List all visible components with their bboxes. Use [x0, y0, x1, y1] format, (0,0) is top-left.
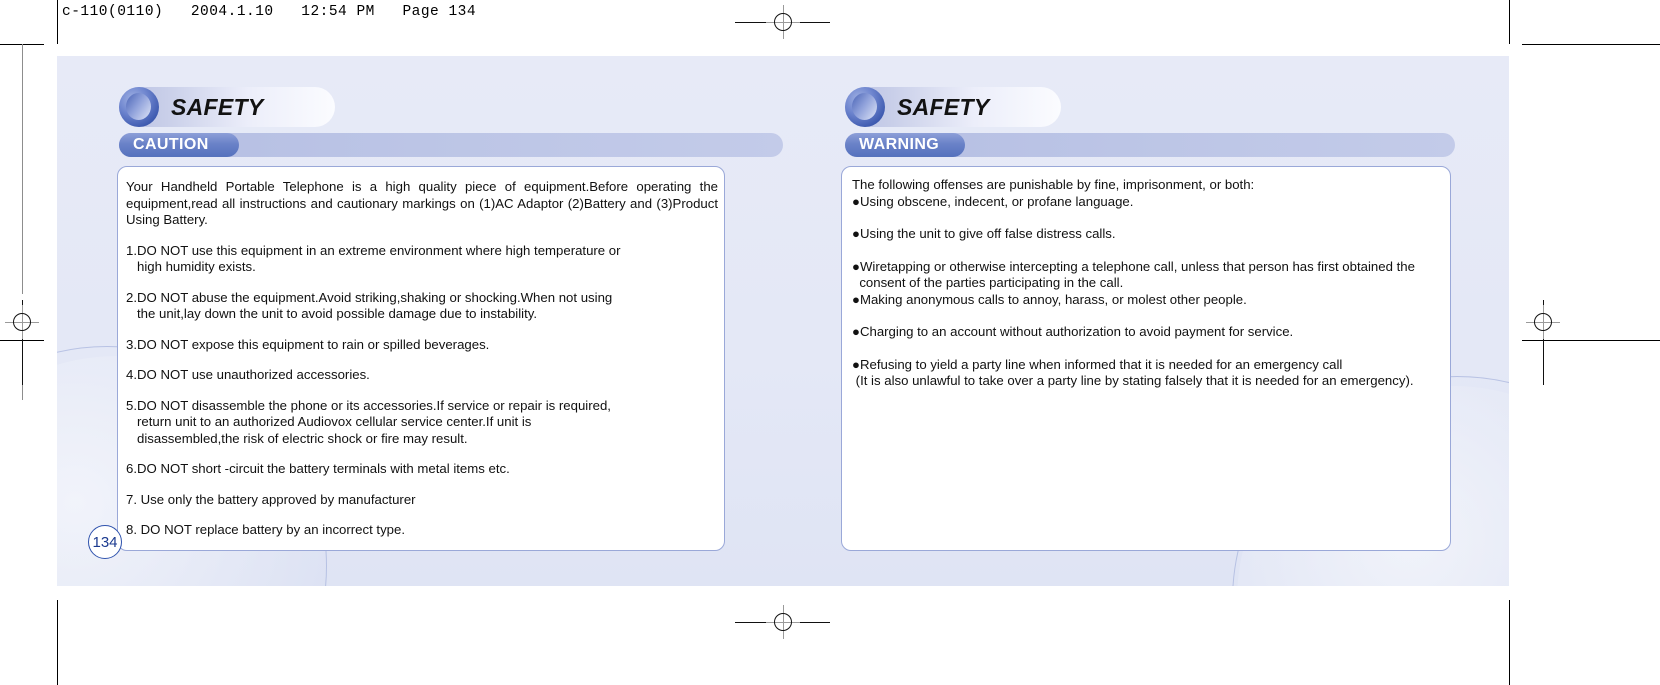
page-root: c-110(0110) 2004.1.10 12:54 PM Page 134 …	[0, 0, 1660, 685]
registration-mark-bottom	[766, 605, 800, 639]
crop-rule-top-left	[57, 0, 58, 44]
crop-rule-top-right	[1509, 0, 1510, 44]
crop-rule-bottom-left	[57, 600, 58, 685]
left-category-bar: CAUTION	[119, 133, 783, 157]
safety-sphere-icon	[119, 87, 159, 127]
warning-bullet-4: ●Making anonymous calls to annoy, harass…	[852, 291, 1247, 307]
safety-sphere-icon	[845, 87, 885, 127]
right-category-bar: WARNING	[845, 133, 1455, 157]
left-category-label: CAUTION	[133, 136, 209, 153]
printed-sheet: SAFETY CAUTION Your Handheld Portable Te…	[57, 56, 1509, 586]
right-body-text: The following offenses are punishable by…	[852, 177, 1472, 390]
warning-spacer-1	[852, 210, 1472, 226]
right-section-title: SAFETY	[897, 94, 990, 120]
warning-bullet-5: ●Charging to an account without authoriz…	[852, 324, 1294, 339]
right-page: SAFETY WARNING The following offenses ar…	[783, 56, 1509, 586]
crop-guide-left-upper	[22, 44, 23, 294]
left-safety-banner: SAFETY	[119, 87, 339, 127]
left-content-box: Your Handheld Portable Telephone is a hi…	[117, 166, 725, 551]
left-section-title: SAFETY	[171, 94, 264, 120]
warning-spacer-4	[852, 341, 1472, 357]
caution-item-2: 2.DO NOT abuse the equipment.Avoid strik…	[126, 289, 613, 322]
caution-item-7: 7. Use only the battery approved by manu…	[126, 491, 416, 507]
warning-spacer-3	[852, 308, 1472, 324]
right-category-label: WARNING	[859, 136, 940, 153]
caution-item-3: 3.DO NOT expose this equipment to rain o…	[126, 336, 490, 352]
right-content-box: The following offenses are punishable by…	[841, 166, 1451, 551]
right-safety-banner: SAFETY	[845, 87, 1065, 127]
warning-bullet-6: ●Refusing to yield a party line when inf…	[852, 356, 1414, 389]
file-slug-header: c-110(0110) 2004.1.10 12:54 PM Page 134	[62, 4, 477, 20]
caution-item-1: 1.DO NOT use this equipment in an extrem…	[126, 242, 621, 275]
crop-rule-bottom-right	[1509, 600, 1510, 685]
caution-item-8: 8. DO NOT replace battery by an incorrec…	[126, 522, 406, 537]
caution-item-5: 5.DO NOT disassemble the phone or its ac…	[126, 397, 611, 446]
warning-spacer-2	[852, 243, 1472, 259]
left-body-text: Your Handheld Portable Telephone is a hi…	[126, 179, 718, 539]
warning-bullet-1: ●Using obscene, indecent, or profane lan…	[852, 193, 1134, 209]
registration-mark-top	[766, 5, 800, 39]
left-page: SAFETY CAUTION Your Handheld Portable Te…	[57, 56, 783, 586]
warning-intro: The following offenses are punishable by…	[852, 177, 1255, 192]
registration-mark-right	[1526, 305, 1560, 339]
caution-item-4: 4.DO NOT use unauthorized accessories.	[126, 367, 370, 382]
left-page-number: 134	[88, 525, 122, 559]
warning-bullet-3: ●Wiretapping or otherwise intercepting a…	[852, 258, 1415, 291]
crop-rule-right-top	[1522, 44, 1660, 45]
registration-mark-left	[5, 305, 39, 339]
warning-bullet-2: ●Using the unit to give off false distre…	[852, 226, 1116, 241]
left-intro-paragraph: Your Handheld Portable Telephone is a hi…	[126, 179, 718, 227]
caution-item-6: 6.DO NOT short -circuit the battery term…	[126, 461, 510, 476]
